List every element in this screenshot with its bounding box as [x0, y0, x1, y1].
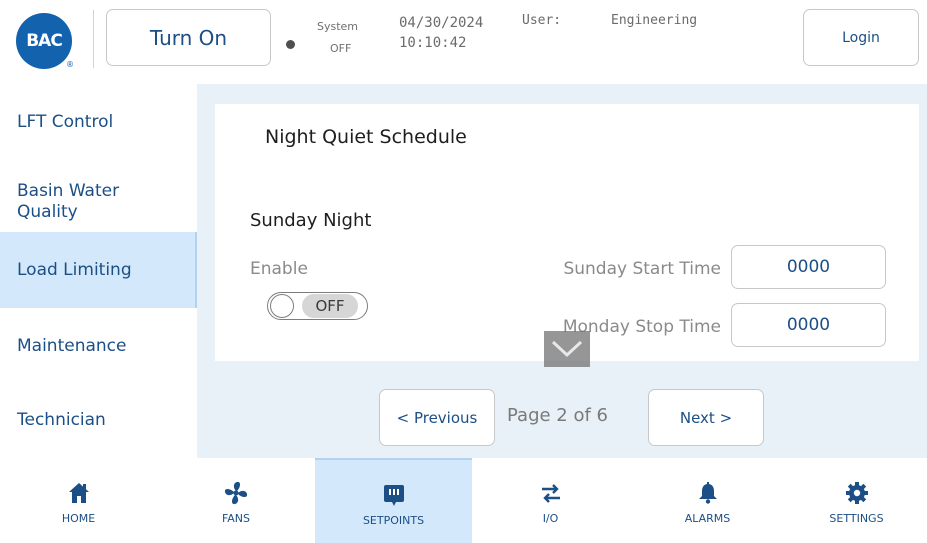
fan-icon — [223, 480, 249, 506]
sidebar-item-label: Basin Water Quality — [17, 181, 120, 222]
sidebar: LFT Control Basin Water Quality Load Lim… — [0, 84, 197, 458]
sidebar-item-label: Load Limiting — [17, 259, 132, 280]
sidebar-item-basin-water-quality[interactable]: Basin Water Quality — [0, 172, 197, 232]
chevron-down-icon — [551, 340, 583, 358]
time-text: 10:10:42 — [399, 35, 467, 51]
bac-logo: BAC ® — [16, 13, 74, 69]
nav-fans[interactable]: FANS — [157, 458, 315, 543]
bell-icon — [695, 480, 721, 506]
sidebar-item-label: Technician — [17, 409, 106, 430]
sidebar-item-load-limiting[interactable]: Load Limiting — [0, 232, 197, 308]
panel-title: Night Quiet Schedule — [265, 126, 467, 148]
nav-label: FANS — [221, 512, 251, 525]
bottom-nav: HOME FANS SETPOINTS I/O ALARMS SETTINGS — [0, 458, 927, 543]
nav-settings[interactable]: SETTINGS — [786, 458, 927, 543]
system-status-indicator — [286, 40, 295, 49]
io-arrows-icon — [538, 480, 564, 506]
datetime-display: 04/30/2024 10:10:42 — [399, 13, 483, 53]
system-label: System — [317, 20, 359, 33]
header-bar: BAC ® Turn On System OFF 04/30/2024 10:1… — [0, 0, 927, 84]
logo-registered-mark: ® — [66, 60, 74, 69]
section-title: Sunday Night — [250, 210, 372, 231]
monday-stop-time-label: Monday Stop Time — [562, 317, 721, 337]
nav-label: SETTINGS — [829, 512, 884, 525]
date-text: 04/30/2024 — [399, 15, 484, 31]
user-value: Engineering — [611, 13, 698, 28]
login-button[interactable]: Login — [803, 9, 919, 66]
sunday-start-time-input[interactable]: 0000 — [731, 245, 886, 289]
monday-stop-time-input[interactable]: 0000 — [731, 303, 886, 347]
home-icon — [66, 480, 92, 506]
next-page-button[interactable]: Next > — [648, 389, 764, 446]
turn-on-button[interactable]: Turn On — [106, 9, 271, 66]
scroll-down-indicator[interactable] — [544, 331, 590, 367]
toggle-knob — [270, 294, 294, 318]
nav-home[interactable]: HOME — [0, 458, 157, 543]
enable-toggle[interactable]: OFF — [267, 292, 368, 320]
nav-label: ALARMS — [684, 512, 731, 525]
sidebar-item-technician[interactable]: Technician — [0, 398, 197, 442]
nav-setpoints[interactable]: SETPOINTS — [315, 458, 472, 543]
nav-label: SETPOINTS — [362, 514, 425, 527]
user-label: User: — [522, 13, 562, 28]
sidebar-item-label: Maintenance — [17, 335, 127, 356]
header-divider — [93, 10, 94, 68]
sunday-start-time-label: Sunday Start Time — [563, 259, 721, 279]
sidebar-item-label: LFT Control — [17, 111, 114, 132]
logo-text: BAC — [26, 31, 63, 51]
page-indicator: Page 2 of 6 — [507, 405, 608, 426]
nav-io[interactable]: I/O — [472, 458, 629, 543]
schedule-panel: Night Quiet Schedule Sunday Night Enable… — [215, 104, 919, 361]
sidebar-item-maintenance[interactable]: Maintenance — [0, 324, 197, 368]
nav-alarms[interactable]: ALARMS — [629, 458, 786, 543]
toggle-state-text: OFF — [302, 294, 358, 318]
main-content: Night Quiet Schedule Sunday Night Enable… — [197, 84, 927, 458]
sidebar-item-lft-control[interactable]: LFT Control — [0, 98, 197, 146]
nav-label: HOME — [61, 512, 96, 525]
nav-label: I/O — [542, 512, 559, 525]
enable-label: Enable — [250, 259, 308, 279]
system-state: OFF — [330, 42, 352, 55]
gear-icon — [844, 480, 870, 506]
previous-page-button[interactable]: < Previous — [379, 389, 495, 446]
setpoints-icon — [381, 482, 407, 508]
